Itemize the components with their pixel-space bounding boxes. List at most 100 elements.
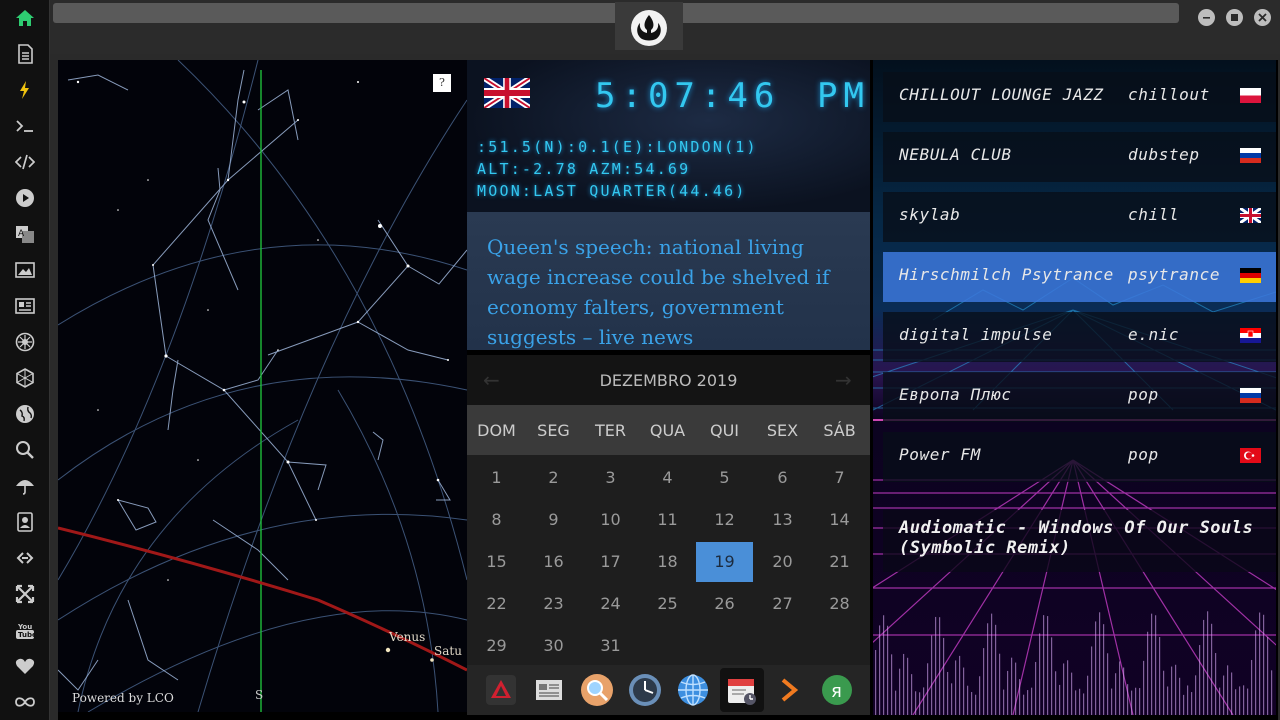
calendar-day[interactable]: 23 xyxy=(525,584,582,624)
rebel-icon[interactable] xyxy=(9,328,41,356)
lightning-icon[interactable] xyxy=(9,76,41,104)
translate-icon[interactable]: A xyxy=(9,220,41,248)
rebel-alliance-icon[interactable] xyxy=(615,2,683,50)
radio-station-row[interactable]: Power FM pop xyxy=(883,432,1276,482)
link-icon[interactable] xyxy=(9,544,41,572)
image-icon[interactable] xyxy=(9,256,41,284)
calendar-day[interactable]: 30 xyxy=(525,626,582,666)
radio-station-row[interactable]: Hirschmilch Psytrance psytrance xyxy=(883,252,1276,302)
infinity-icon[interactable] xyxy=(9,688,41,716)
radio-station-row[interactable]: skylab chill xyxy=(883,192,1276,242)
visualizer-bar xyxy=(1039,633,1041,715)
calendar-app-icon[interactable] xyxy=(720,668,764,712)
visualizer-bar xyxy=(907,657,909,715)
radio-station-row[interactable]: NEBULA CLUB dubstep xyxy=(883,132,1276,182)
calendar-day[interactable]: 22 xyxy=(468,584,525,624)
sky-map[interactable]: ? Venus Satu Powered by LCO S xyxy=(58,60,467,712)
calendar-day[interactable]: 8 xyxy=(468,500,525,540)
heart-icon[interactable] xyxy=(9,652,41,680)
code-icon[interactable] xyxy=(9,148,41,176)
calendar-day[interactable]: 26 xyxy=(696,584,753,624)
calendar-day[interactable]: 29 xyxy=(468,626,525,666)
calendar-day[interactable]: 21 xyxy=(811,542,868,582)
visualizer-bar xyxy=(1139,688,1141,715)
hexagon-icon[interactable] xyxy=(9,364,41,392)
croatia-flag-icon xyxy=(1240,328,1261,343)
visualizer-bar xyxy=(1171,666,1173,715)
uk-flag-icon xyxy=(484,78,530,108)
umbrella-icon[interactable] xyxy=(9,472,41,500)
newspaper-icon[interactable] xyxy=(9,292,41,320)
home-icon[interactable] xyxy=(9,4,41,32)
calendar-day[interactable]: 7 xyxy=(811,458,868,498)
search-app-icon[interactable] xyxy=(579,672,615,708)
terminal-icon[interactable] xyxy=(9,112,41,140)
visualizer-bar xyxy=(915,691,917,715)
calendar-day[interactable]: 1 xyxy=(468,458,525,498)
radio-station-row[interactable]: digital impulse e.nic xyxy=(883,312,1276,362)
globe-icon[interactable] xyxy=(9,400,41,428)
visualizer-bar xyxy=(939,617,941,715)
clock-icon[interactable] xyxy=(627,672,663,708)
visualizer-bar xyxy=(879,625,881,715)
visualizer-bar xyxy=(1075,690,1077,715)
visualizer-bar xyxy=(1219,687,1221,715)
close-button[interactable] xyxy=(1254,9,1271,26)
clock-moon: MOON:LAST QUARTER(44.46) xyxy=(477,182,747,200)
planet-label-saturn: Satu xyxy=(434,644,462,658)
visualizer-bar xyxy=(999,653,1001,715)
visualizer-bar xyxy=(1123,667,1125,715)
calendar-day[interactable]: 14 xyxy=(811,500,868,540)
visualizer-bar xyxy=(959,655,961,715)
calendar-day[interactable]: 6 xyxy=(754,458,811,498)
document-icon[interactable] xyxy=(9,40,41,68)
russia-flag-icon xyxy=(1240,388,1261,403)
world-clock: 5:07:46 PM :51.5(N):0.1(E):LONDON(1) ALT… xyxy=(467,60,870,212)
news-headline[interactable]: Queen's speech: national living wage inc… xyxy=(487,232,857,350)
calendar-day[interactable]: 2 xyxy=(525,458,582,498)
news-reader-icon[interactable] xyxy=(531,672,567,708)
calendar-day[interactable]: 13 xyxy=(754,500,811,540)
visualizer-bar xyxy=(1023,694,1025,715)
play-arrow-icon[interactable] xyxy=(771,672,807,708)
maximize-button[interactable] xyxy=(1226,9,1243,26)
expand-icon[interactable] xyxy=(9,580,41,608)
calendar-day[interactable]: 31 xyxy=(582,626,639,666)
search-icon[interactable] xyxy=(9,436,41,464)
calendar-day[interactable]: 20 xyxy=(754,542,811,582)
calendar-day[interactable]: 15 xyxy=(468,542,525,582)
news-ticker[interactable]: Queen's speech: national living wage inc… xyxy=(467,212,870,350)
calendar-day[interactable]: 18 xyxy=(639,542,696,582)
yandex-icon[interactable]: я xyxy=(819,672,855,708)
calendar-day[interactable]: 16 xyxy=(525,542,582,582)
calendar-day[interactable]: 3 xyxy=(582,458,639,498)
calendar-day[interactable]: 12 xyxy=(696,500,753,540)
radio-station-row[interactable]: Европа Плюс pop xyxy=(883,372,1276,422)
visualizer-bar xyxy=(971,692,973,715)
calendar-day[interactable]: 5 xyxy=(696,458,753,498)
calendar-day[interactable]: 28 xyxy=(811,584,868,624)
calendar-next-button[interactable]: → xyxy=(835,368,852,392)
calendar-day[interactable]: 11 xyxy=(639,500,696,540)
calendar-day[interactable]: 27 xyxy=(754,584,811,624)
calendar-day[interactable]: 4 xyxy=(639,458,696,498)
sky-help-button[interactable]: ? xyxy=(433,74,451,92)
visualizer-bar xyxy=(1271,670,1273,715)
play-icon[interactable] xyxy=(9,184,41,212)
minimize-button[interactable] xyxy=(1198,9,1215,26)
visualizer-bar xyxy=(1011,657,1013,715)
weekday-label: QUA xyxy=(649,421,686,440)
calendar-day[interactable]: 24 xyxy=(582,584,639,624)
calendar-day[interactable]: 10 xyxy=(582,500,639,540)
calendar-day[interactable]: 9 xyxy=(525,500,582,540)
youtube-icon[interactable]: You Tube xyxy=(9,616,41,644)
calendar-day[interactable]: 25 xyxy=(639,584,696,624)
visualizer-bar xyxy=(1107,653,1109,715)
calendar-day[interactable]: 17 xyxy=(582,542,639,582)
contact-icon[interactable] xyxy=(9,508,41,536)
top-bar xyxy=(50,0,1280,54)
calendar-day-today[interactable]: 19 xyxy=(696,542,753,582)
globe-app-icon[interactable] xyxy=(675,672,711,708)
radio-station-row[interactable]: CHILLOUT LOUNGE JAZZ chillout xyxy=(883,72,1276,122)
app-launcher-icon[interactable] xyxy=(483,672,519,708)
